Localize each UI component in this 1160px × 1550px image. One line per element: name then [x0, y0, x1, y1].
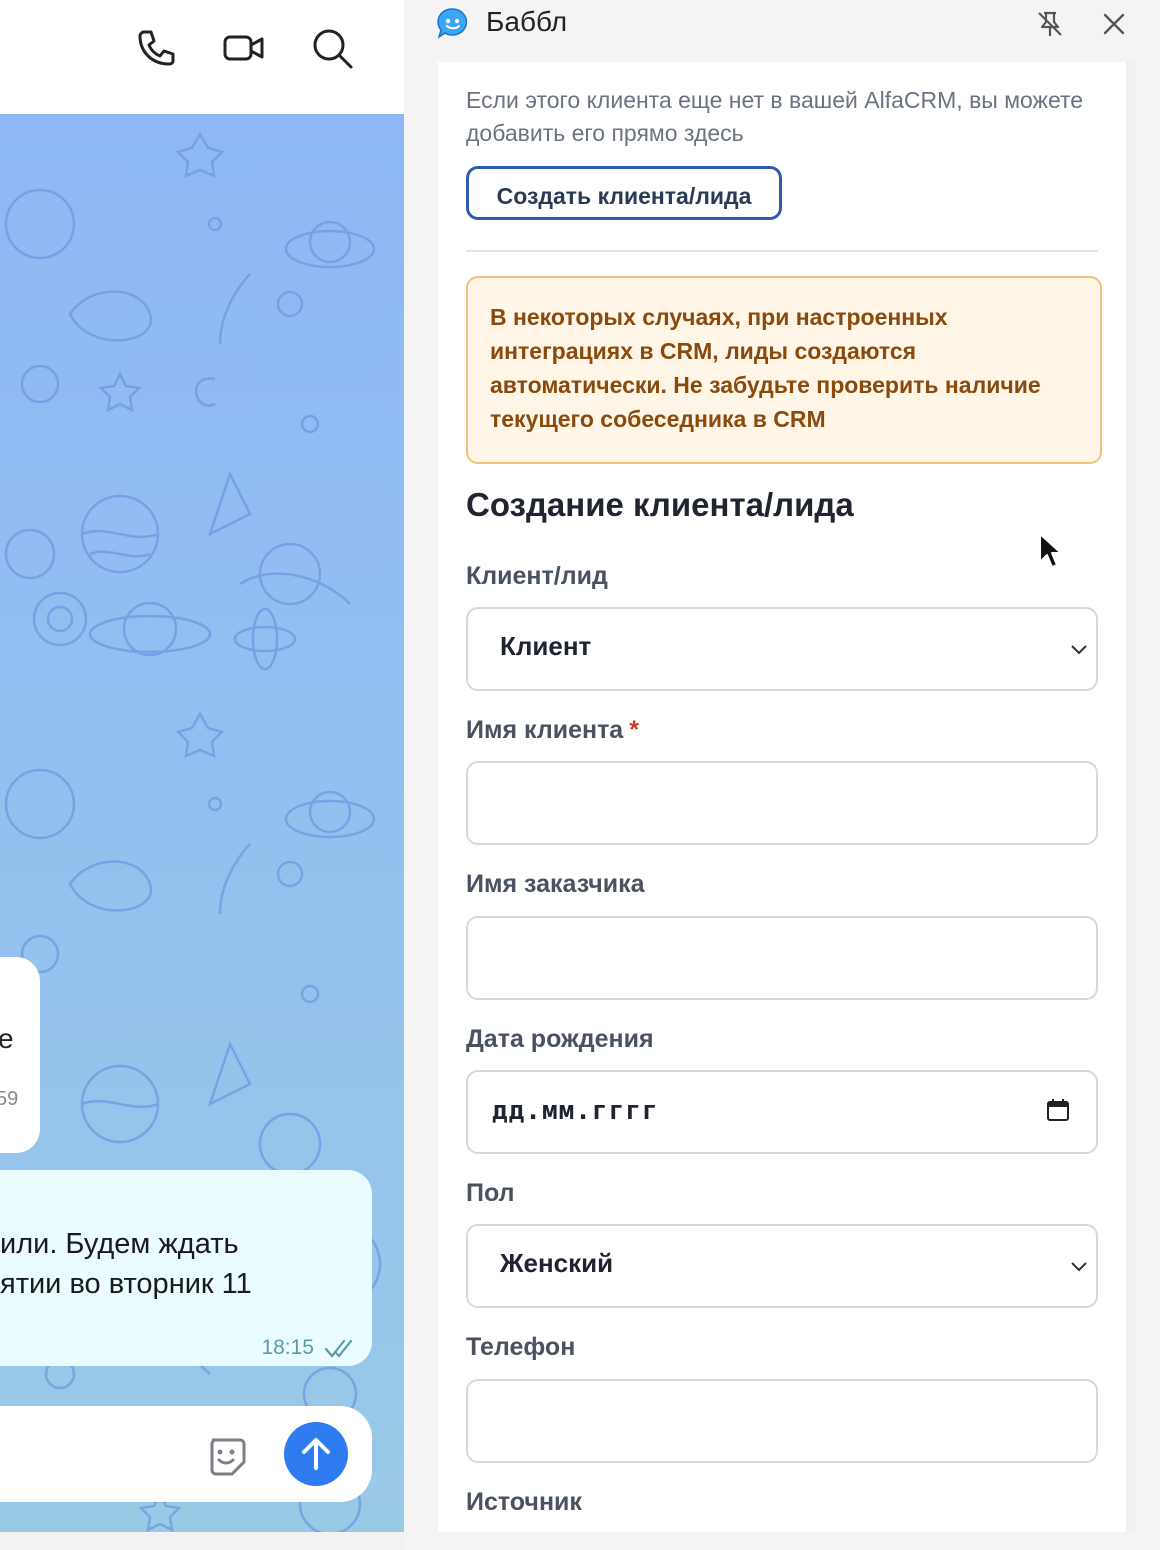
send-button[interactable]	[284, 1422, 348, 1486]
chat-background: е 59 или. Будем ждать ятии во вторник 11…	[0, 114, 404, 1532]
message-bubble-incoming: е 59	[0, 957, 40, 1153]
mouse-cursor-icon	[1038, 532, 1062, 575]
customer-name-label: Имя заказчика	[466, 870, 645, 898]
message-line-1: или. Будем ждать	[0, 1228, 239, 1260]
client-name-label: Имя клиента *	[466, 716, 639, 745]
divider	[466, 250, 1098, 252]
calendar-icon[interactable]	[1046, 1098, 1070, 1127]
phone-icon[interactable]	[134, 26, 178, 70]
message-bubble-outgoing: или. Будем ждать ятии во вторник 11 18:1…	[0, 1170, 372, 1366]
form-title: Создание клиента/лида	[466, 486, 854, 523]
type-select[interactable]: Клиент	[466, 607, 1098, 691]
chat-area: е 59 или. Будем ждать ятии во вторник 11…	[0, 0, 404, 1532]
source-label: Источник	[466, 1488, 582, 1516]
message-composer[interactable]	[0, 1406, 372, 1502]
gender-select-value: Женский	[500, 1248, 614, 1278]
client-name-label-text: Имя клиента	[466, 716, 624, 744]
message-line-2: ятии во вторник 11	[0, 1268, 252, 1300]
video-icon[interactable]	[222, 26, 266, 70]
type-select-value: Клиент	[500, 631, 592, 661]
message-time: 18:15	[261, 1336, 314, 1359]
crm-side-panel: Баббл Если этого клиента еще нет в вашей…	[404, 0, 1160, 1550]
create-client-button[interactable]: Создать клиента/лида	[466, 166, 782, 220]
read-ticks-icon	[324, 1330, 354, 1370]
chat-header	[0, 0, 404, 114]
client-name-input[interactable]	[466, 761, 1098, 845]
phone-input[interactable]	[466, 1379, 1098, 1463]
scrollbar-track[interactable]	[1126, 62, 1136, 1532]
unpin-icon[interactable]	[1034, 8, 1066, 40]
phone-label: Телефон	[466, 1333, 576, 1361]
warning-alert: В некоторых случаях, при настроенных инт…	[466, 276, 1102, 464]
search-icon[interactable]	[310, 26, 354, 70]
panel-card: Если этого клиента еще нет в вашей AlfaC…	[438, 62, 1126, 1532]
message-time-fragment: 59	[0, 1088, 19, 1110]
babbl-logo-icon	[436, 6, 470, 40]
panel-title: Баббл	[486, 6, 568, 37]
send-arrow-icon	[302, 1438, 330, 1470]
chevron-down-icon	[1068, 639, 1090, 666]
gender-select[interactable]: Женский	[466, 1224, 1098, 1308]
sticker-icon[interactable]	[204, 1434, 248, 1478]
customer-name-input[interactable]	[466, 916, 1098, 1000]
birthdate-label: Дата рождения	[466, 1025, 654, 1053]
chevron-down-icon	[1068, 1256, 1090, 1283]
close-icon[interactable]	[1098, 8, 1130, 40]
required-mark: *	[629, 716, 639, 744]
panel-header: Баббл	[404, 0, 1160, 48]
birthdate-input[interactable]: дд.мм.гггг	[466, 1070, 1098, 1154]
intro-text: Если этого клиента еще нет в вашей AlfaC…	[466, 87, 1084, 146]
gender-label: Пол	[466, 1179, 515, 1207]
type-label: Клиент/лид	[466, 562, 608, 590]
birthdate-placeholder: дд.мм.гггг	[492, 1096, 659, 1126]
message-text-fragment: е	[0, 1023, 14, 1054]
